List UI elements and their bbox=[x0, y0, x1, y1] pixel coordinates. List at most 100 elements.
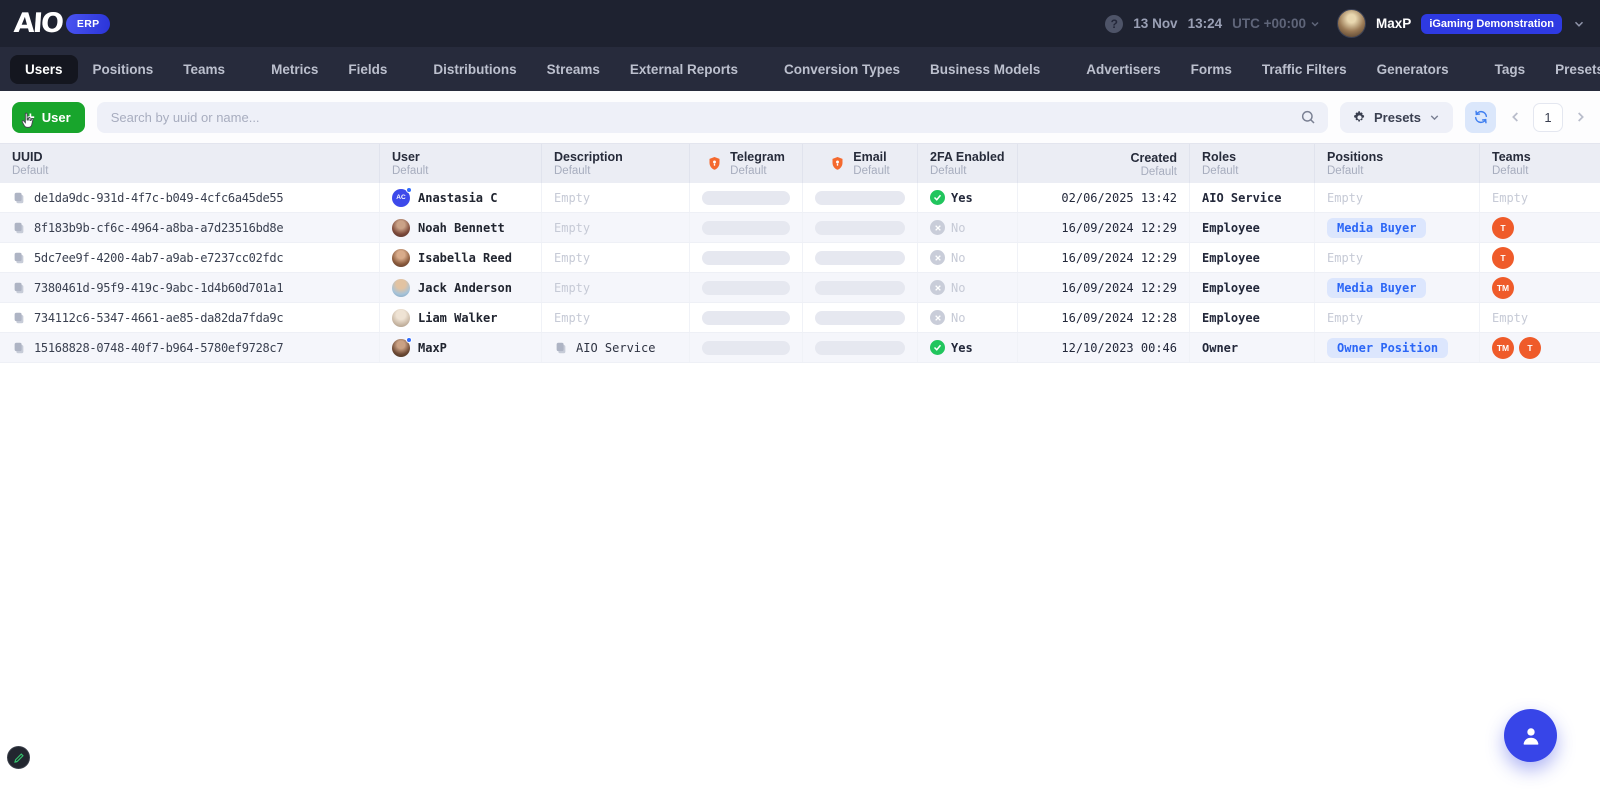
redacted-telegram bbox=[702, 190, 790, 205]
redacted-email bbox=[815, 190, 905, 205]
nav-item-fields[interactable]: Fields bbox=[333, 55, 402, 84]
search-input[interactable] bbox=[108, 108, 1301, 126]
search-bar bbox=[96, 101, 1329, 133]
avatar: AC bbox=[392, 186, 412, 207]
account-chevron-down-icon[interactable] bbox=[1572, 17, 1586, 31]
nav-item-tags[interactable]: Tags bbox=[1480, 55, 1541, 84]
user-name: MaxP bbox=[1376, 16, 1412, 31]
table-row[interactable]: de1da9dc-931d-4f7c-b049-4cfc6a45de55 AC … bbox=[0, 183, 1600, 213]
team-badge[interactable]: T bbox=[1519, 336, 1541, 359]
copy-icon[interactable] bbox=[12, 251, 26, 265]
2fa-value: No bbox=[951, 220, 966, 235]
table-row[interactable]: 7380461d-95f9-419c-9abc-1d4b60d701a1 Jac… bbox=[0, 273, 1600, 303]
presets-label: Presets bbox=[1374, 109, 1421, 125]
copy-icon[interactable] bbox=[12, 281, 26, 295]
nav-item-users[interactable]: Users bbox=[10, 54, 78, 84]
created-value: 16/09/2024 12:29 bbox=[1061, 220, 1177, 235]
table-row[interactable]: 734112c6-5347-4661-ae85-da82da7fda9c Lia… bbox=[0, 303, 1600, 333]
nav-item-external-reports[interactable]: External Reports bbox=[615, 55, 753, 84]
column-header-positions[interactable]: Positions Default bbox=[1315, 144, 1480, 183]
help-icon[interactable]: ? bbox=[1105, 14, 1124, 33]
nav-item-metrics[interactable]: Metrics bbox=[256, 55, 333, 84]
column-header-teams[interactable]: Teams Default bbox=[1480, 144, 1600, 183]
role-value: AIO Service bbox=[1202, 190, 1282, 205]
role-value: Employee bbox=[1202, 310, 1260, 325]
description-value: AIO Service bbox=[576, 340, 656, 355]
column-header-user[interactable]: User Default bbox=[380, 144, 542, 183]
mouse-cursor-hand-icon bbox=[21, 112, 34, 128]
nav-item-conversion-types[interactable]: Conversion Types bbox=[769, 55, 915, 84]
created-value: 12/10/2023 00:46 bbox=[1061, 340, 1177, 355]
nav-item-teams[interactable]: Teams bbox=[168, 55, 240, 84]
online-dot bbox=[406, 186, 412, 193]
team-badge[interactable]: T bbox=[1492, 216, 1514, 239]
team-badge[interactable]: TM bbox=[1492, 276, 1514, 299]
redacted-telegram bbox=[702, 310, 790, 325]
team-badge[interactable]: TM bbox=[1492, 336, 1514, 359]
nav-item-business-models[interactable]: Business Models bbox=[915, 55, 1055, 84]
search-icon[interactable] bbox=[1300, 109, 1316, 125]
nav-item-distributions[interactable]: Distributions bbox=[418, 55, 531, 84]
pagination: 1 bbox=[1508, 102, 1588, 132]
redacted-email bbox=[815, 340, 905, 355]
refresh-icon bbox=[1474, 110, 1487, 124]
column-header-uuid[interactable]: UUID Default bbox=[0, 144, 380, 183]
redacted-telegram bbox=[702, 280, 790, 295]
copy-icon[interactable] bbox=[12, 341, 26, 355]
prev-page-button[interactable] bbox=[1508, 109, 1524, 125]
avatar bbox=[392, 218, 410, 237]
next-page-button[interactable] bbox=[1572, 109, 1588, 125]
position-pill[interactable]: Media Buyer bbox=[1327, 217, 1427, 238]
empty-value: Empty bbox=[554, 250, 591, 265]
redacted-email bbox=[815, 280, 905, 295]
column-header-2fa[interactable]: 2FA Enabled Default bbox=[918, 144, 1018, 183]
created-value: 16/09/2024 12:29 bbox=[1061, 280, 1177, 295]
user-name: Isabella Reed bbox=[418, 250, 512, 265]
empty-value: Empty bbox=[1492, 310, 1529, 325]
nav-item-generators[interactable]: Generators bbox=[1362, 55, 1464, 84]
x-icon bbox=[930, 280, 945, 295]
shield-icon bbox=[832, 156, 843, 170]
column-header-created[interactable]: Created Default bbox=[1018, 144, 1190, 183]
user-name: Jack Anderson bbox=[418, 280, 512, 295]
chevron-down-icon bbox=[1311, 21, 1319, 27]
user-avatar[interactable] bbox=[1337, 9, 1367, 38]
user-name: Noah Bennett bbox=[418, 220, 505, 235]
page-number-input[interactable]: 1 bbox=[1533, 102, 1563, 132]
timezone-selector[interactable]: UTC +00:00 bbox=[1232, 16, 1321, 31]
nav-item-advertisers[interactable]: Advertisers bbox=[1071, 55, 1175, 84]
empty-value: Empty bbox=[554, 220, 591, 235]
column-header-email[interactable]: Email Default bbox=[803, 144, 918, 183]
user-profile-fab[interactable] bbox=[1504, 709, 1557, 762]
nav-item-forms[interactable]: Forms bbox=[1176, 55, 1247, 84]
presets-button[interactable]: Presets bbox=[1340, 101, 1453, 133]
copy-icon[interactable] bbox=[12, 191, 26, 205]
redacted-email bbox=[815, 220, 905, 235]
dev-tools-badge[interactable] bbox=[7, 746, 30, 769]
position-pill[interactable]: Media Buyer bbox=[1327, 277, 1427, 298]
team-badge[interactable]: T bbox=[1492, 246, 1514, 269]
column-header-telegram[interactable]: Telegram Default bbox=[690, 144, 803, 183]
add-user-button[interactable]: + User bbox=[12, 101, 85, 133]
copy-icon[interactable] bbox=[554, 341, 568, 355]
refresh-button[interactable] bbox=[1465, 101, 1496, 133]
workspace-badge[interactable]: iGaming Demonstration bbox=[1421, 13, 1562, 34]
table-row[interactable]: 8f183b9b-cf6c-4964-a8ba-a7d23516bd8e Noa… bbox=[0, 213, 1600, 243]
table-row[interactable]: 5dc7ee9f-4200-4ab7-a9ab-e7237cc02fdc Isa… bbox=[0, 243, 1600, 273]
copy-icon[interactable] bbox=[12, 311, 26, 325]
position-pill[interactable]: Owner Position bbox=[1327, 337, 1449, 358]
copy-icon[interactable] bbox=[12, 221, 26, 235]
app-logo[interactable]: AIO ERP bbox=[13, 8, 111, 39]
empty-value: Empty bbox=[554, 310, 591, 325]
nav-item-presets[interactable]: Presets bbox=[1540, 55, 1600, 84]
role-value: Owner bbox=[1202, 340, 1239, 355]
table-row[interactable]: 15168828-0748-40f7-b964-5780ef9728c7 Max… bbox=[0, 333, 1600, 363]
avatar bbox=[392, 336, 412, 357]
shield-icon bbox=[709, 156, 720, 170]
2fa-value: No bbox=[951, 280, 966, 295]
column-header-description[interactable]: Description Default bbox=[542, 144, 690, 183]
nav-item-streams[interactable]: Streams bbox=[532, 55, 615, 84]
nav-item-positions[interactable]: Positions bbox=[78, 55, 169, 84]
column-header-roles[interactable]: Roles Default bbox=[1190, 144, 1315, 183]
nav-item-traffic-filters[interactable]: Traffic Filters bbox=[1247, 55, 1362, 84]
